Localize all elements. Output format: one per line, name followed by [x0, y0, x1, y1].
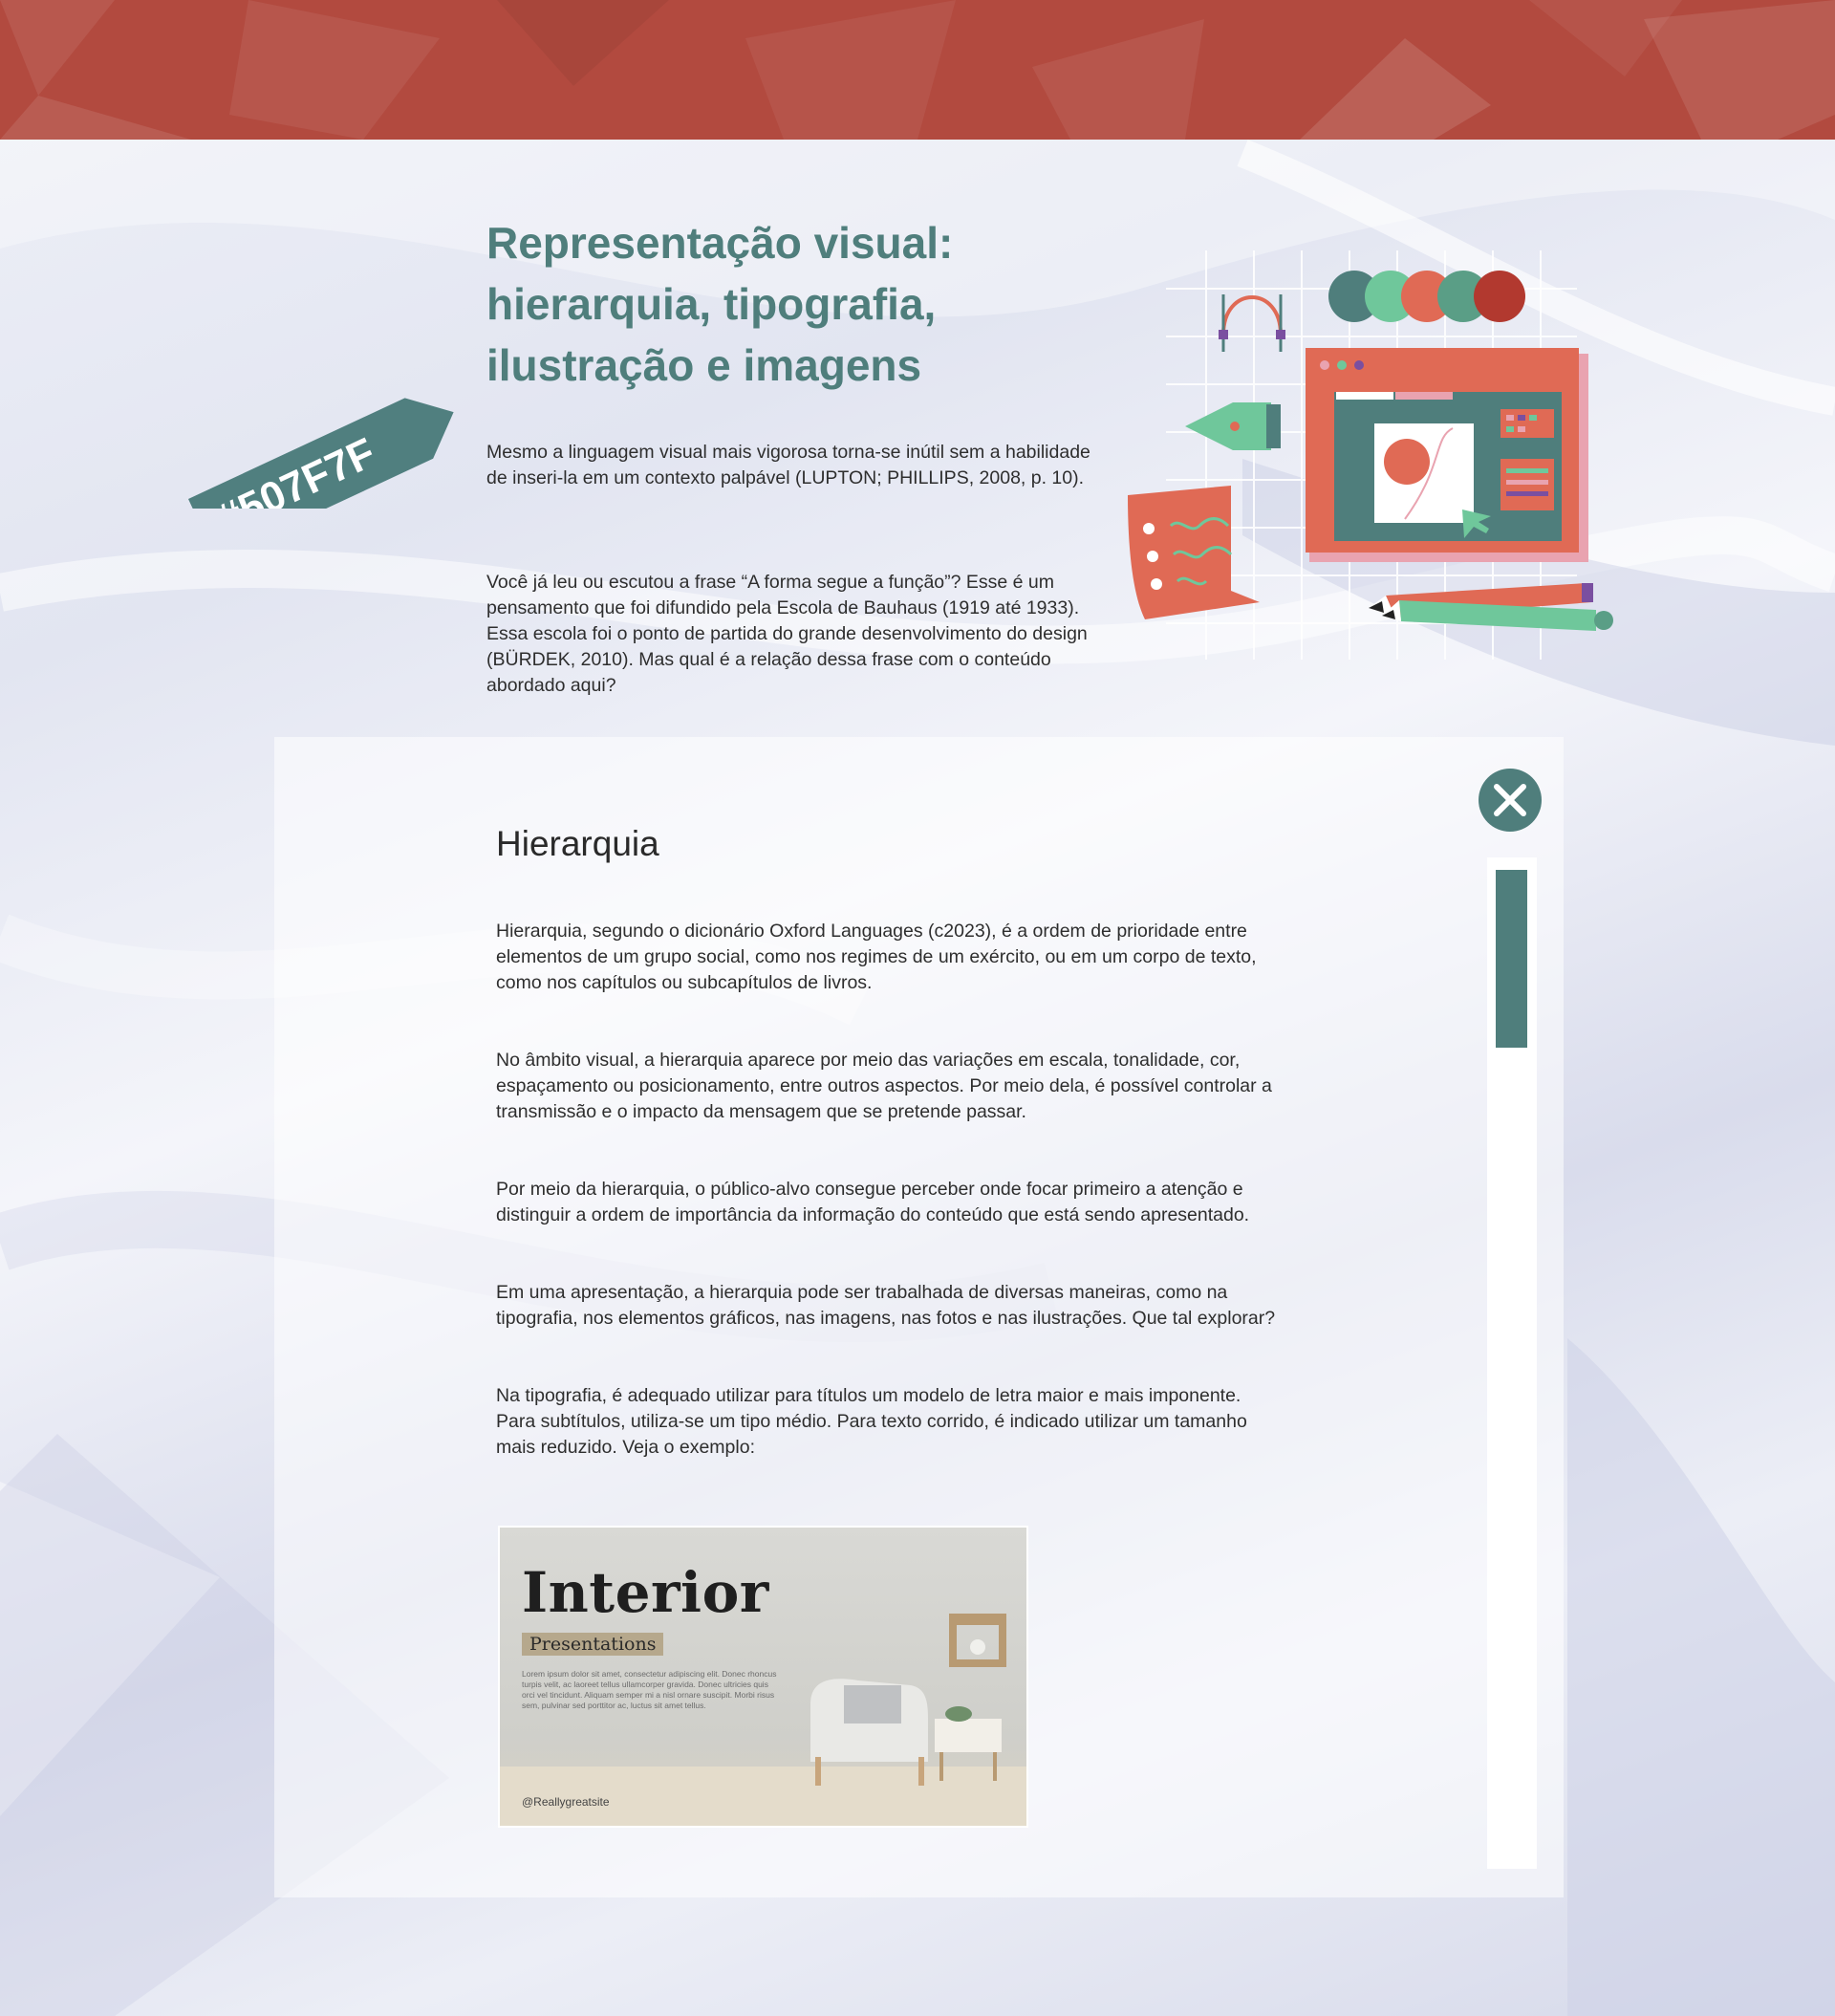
paragraph-definition: Hierarquia, segundo o dicionário Oxford … — [496, 921, 1257, 993]
example-slide-image: Interior Presentations Lorem ipsum dolor… — [498, 1526, 1028, 1828]
paragraph-visual-scope: No âmbito visual, a hierarquia aparece p… — [496, 1050, 1272, 1122]
paragraph-audience: Por meio da hierarquia, o público-alvo c… — [496, 1179, 1250, 1225]
scrollbar-thumb[interactable] — [1496, 870, 1527, 1048]
header-banner — [0, 0, 1835, 140]
paragraph-presentation: Em uma apresentação, a hierarquia pode s… — [496, 1282, 1276, 1329]
example-handle: @Reallygreatsite — [522, 1795, 610, 1809]
panel-content: Hierarquia Hierarquia, segundo o dicioná… — [496, 817, 1280, 1512]
close-button[interactable] — [1479, 769, 1542, 832]
section-heading: Hierarquia — [496, 824, 659, 863]
intro-paragraph: Você já leu ou escutou a frase “A forma … — [486, 572, 1088, 696]
color-tag: #507F7F — [188, 398, 454, 509]
example-title: Interior — [522, 1560, 769, 1625]
example-body-text: Lorem ipsum dolor sit amet, consectetur … — [522, 1669, 777, 1710]
color-tag-label: #507F7F — [210, 429, 382, 509]
design-tools-illustration — [1128, 250, 1613, 660]
page-title: Representação visual: hierarquia, tipogr… — [486, 218, 954, 390]
close-icon — [1494, 784, 1526, 816]
example-subtitle: Presentations — [522, 1633, 664, 1656]
intro-quote: Mesmo a linguagem visual mais vigorosa t… — [486, 442, 1090, 488]
paragraph-typography: Na tipografia, é adequado utilizar para … — [496, 1385, 1247, 1458]
